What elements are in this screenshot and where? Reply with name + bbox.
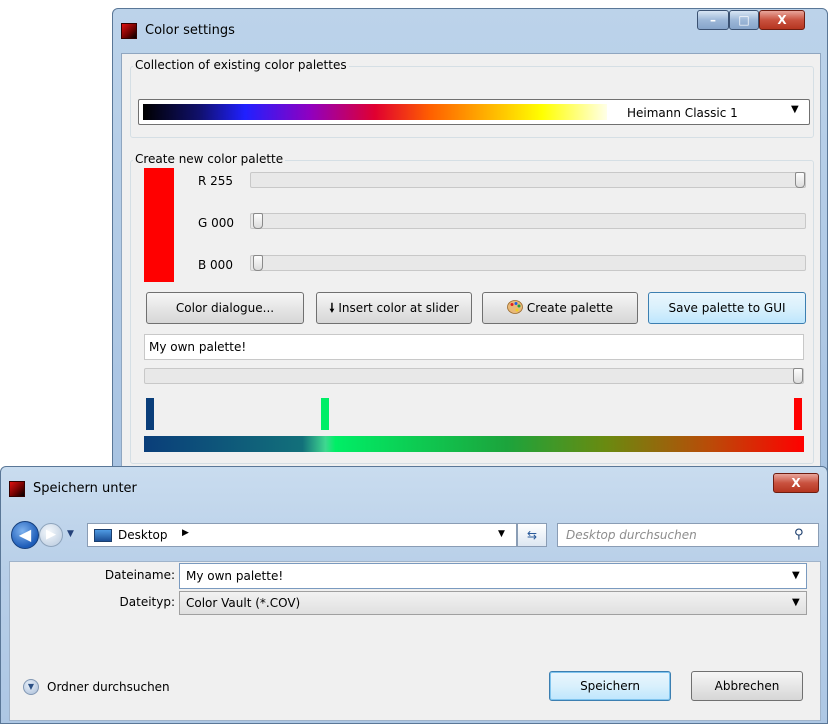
file-name-value[interactable]: My own palette! xyxy=(186,569,283,583)
forward-arrow-icon[interactable]: ▶ xyxy=(39,523,63,547)
color-stops xyxy=(112,0,828,472)
file-type-value: Color Vault (*.COV) xyxy=(186,596,301,610)
file-name-label: Dateiname: xyxy=(104,568,175,582)
file-type-select[interactable]: Color Vault (*.COV) ▼ xyxy=(179,591,807,615)
search-placeholder: Desktop durchsuchen xyxy=(566,528,697,542)
address-location[interactable]: Desktop xyxy=(118,528,168,542)
back-arrow-icon[interactable]: ◀ xyxy=(11,521,39,549)
history-dropdown-icon[interactable]: ▼ xyxy=(67,529,74,539)
file-name-field[interactable]: My own palette! ▼ xyxy=(179,563,807,589)
chevron-right-icon[interactable]: ▶ xyxy=(182,528,189,538)
chevron-down-icon[interactable]: ▼ xyxy=(498,529,505,539)
app-icon xyxy=(9,481,25,497)
color-stop-marker[interactable] xyxy=(146,398,154,430)
search-icon[interactable]: ⚲ xyxy=(794,527,804,542)
dialog-title: Speichern unter xyxy=(33,481,137,496)
address-bar[interactable]: Desktop ▶ ▼ xyxy=(87,523,517,547)
cancel-button[interactable]: Abbrechen xyxy=(691,671,803,701)
expand-icon[interactable]: ▼ xyxy=(23,679,39,695)
new-palette-preview xyxy=(144,436,804,452)
color-settings-content: R 255 G 000 B 000 Color dialogue... 🠗 In… xyxy=(112,0,828,472)
save-as-dialog: Speichern unter X ◀ ▶ ▼ Desktop ▶ ▼ ⇆ De… xyxy=(0,466,828,724)
color-stop-marker[interactable] xyxy=(320,398,329,430)
refresh-icon[interactable]: ⇆ xyxy=(517,523,547,547)
search-input[interactable]: Desktop durchsuchen ⚲ xyxy=(557,523,819,547)
desktop-icon xyxy=(94,529,112,542)
chevron-down-icon[interactable]: ▼ xyxy=(792,597,800,608)
browse-folders-link[interactable]: Ordner durchsuchen xyxy=(47,680,170,694)
close-button[interactable]: X xyxy=(773,473,819,493)
save-button[interactable]: Speichern xyxy=(549,671,671,701)
file-type-label: Dateityp: xyxy=(119,595,175,609)
chevron-down-icon[interactable]: ▼ xyxy=(792,570,800,581)
color-stop-marker[interactable] xyxy=(794,398,802,430)
